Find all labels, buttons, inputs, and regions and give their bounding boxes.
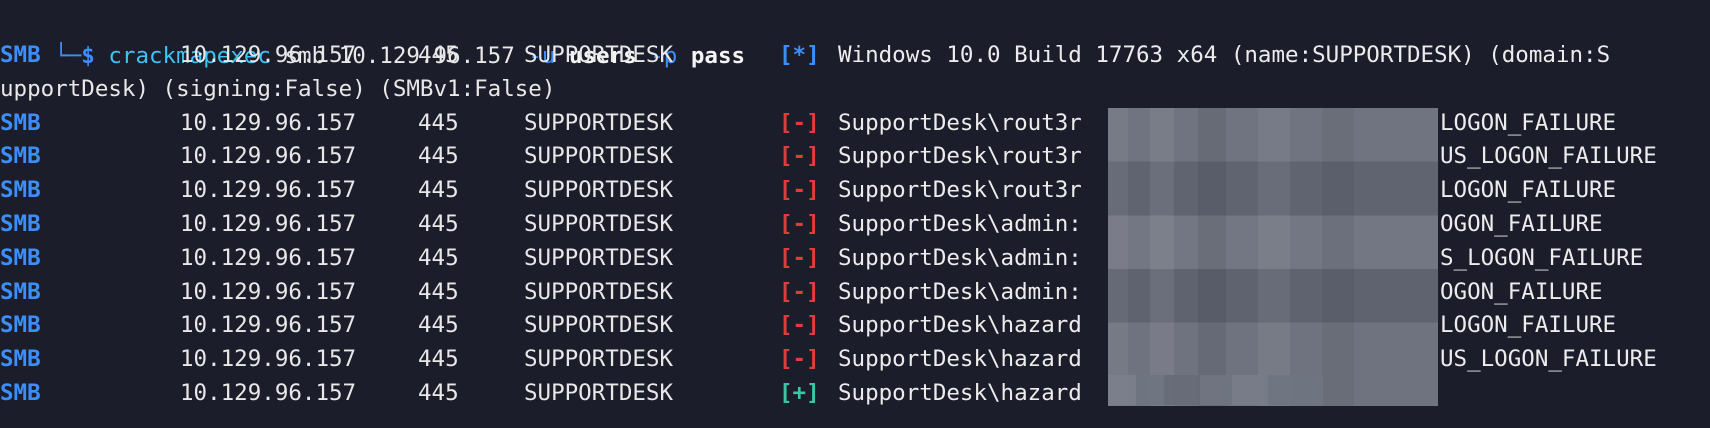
output-wrap-line: upportDesk) (signing:False) (SMBv1:False… <box>0 72 1710 106</box>
status-badge: [-] <box>779 177 820 204</box>
failure-code: LOGON_FAILURE <box>1440 312 1617 339</box>
port-number: 445 <box>418 346 459 373</box>
hostname: SUPPORTDESK <box>524 177 674 204</box>
status-symbol: - <box>792 143 807 170</box>
status-message: SupportDesk\admin: <box>838 244 1082 271</box>
ip-address: 10.129.96.157 <box>180 177 357 204</box>
port-number: 445 <box>418 42 459 68</box>
output-row: SMB 10.129.96.157 445 SUPPORTDESK [+] Support… <box>0 376 1710 410</box>
ip-address: 10.129.96.157 <box>180 42 357 68</box>
ip-address: 10.129.96.157 <box>180 143 357 170</box>
failure-code: OGON_FAILURE <box>1440 211 1603 237</box>
port-number: 445 <box>418 278 459 305</box>
hostname: SUPPORTDESK <box>524 109 674 136</box>
status-message: SupportDesk\hazard <box>838 346 1082 373</box>
protocol-label: SMB <box>0 177 41 204</box>
hostname: SUPPORTDESK <box>524 346 674 373</box>
hostname: SUPPORTDESK <box>524 278 674 305</box>
output-row: SMB 10.129.96.157 445 SUPPORTDESK [-] Support… <box>0 342 1710 376</box>
port-number: 445 <box>418 143 459 170</box>
output-row: SMB 10.129.96.157 445 SUPPORTDESK [-] Support… <box>0 275 1710 309</box>
status-message: Windows 10.0 Build 17763 x64 (name:SUPPO… <box>838 42 1611 68</box>
failure-code: S_LOGON_FAILURE <box>1440 244 1644 271</box>
protocol-label: SMB <box>0 278 41 305</box>
status-symbol: - <box>792 278 807 305</box>
failure-code: LOGON_FAILURE <box>1440 177 1617 204</box>
output-row: SMB 10.129.96.157 445 SUPPORTDESK [*] Windows… <box>0 38 1710 72</box>
protocol-label: SMB <box>0 346 41 373</box>
port-number: 445 <box>418 109 459 136</box>
output-row: SMB 10.129.96.157 445 SUPPORTDESK [-] Support… <box>0 207 1710 241</box>
output-row: SMB 10.129.96.157 445 SUPPORTDESK [-] Support… <box>0 241 1710 275</box>
protocol-label: SMB <box>0 109 41 136</box>
ip-address: 10.129.96.157 <box>180 346 357 373</box>
status-badge: [*] <box>779 42 820 68</box>
output-row: SMB 10.129.96.157 445 SUPPORTDESK [-] Support… <box>0 308 1710 342</box>
status-symbol: - <box>792 346 807 373</box>
failure-code: US_LOGON_FAILURE <box>1440 143 1657 170</box>
status-symbol: - <box>792 109 807 136</box>
port-number: 445 <box>418 380 459 406</box>
ip-address: 10.129.96.157 <box>180 380 357 406</box>
failure-code: US_LOGON_FAILURE <box>1440 346 1657 373</box>
redaction-block <box>1108 108 1438 406</box>
port-number: 445 <box>418 312 459 339</box>
status-symbol: - <box>792 177 807 204</box>
status-badge: [-] <box>779 109 820 136</box>
protocol-label: SMB <box>0 42 41 68</box>
status-symbol: - <box>792 312 807 339</box>
port-number: 445 <box>418 211 459 237</box>
failure-code: LOGON_FAILURE <box>1440 109 1617 136</box>
port-number: 445 <box>418 177 459 204</box>
status-symbol: * <box>792 42 807 68</box>
ip-address: 10.129.96.157 <box>180 312 357 339</box>
status-badge: [-] <box>779 278 820 305</box>
status-message: SupportDesk\hazard <box>838 312 1082 339</box>
status-badge: [-] <box>779 211 820 237</box>
port-number: 445 <box>418 244 459 271</box>
status-badge: [+] <box>779 380 820 406</box>
status-message: SupportDesk\admin: <box>838 278 1082 305</box>
ip-address: 10.129.96.157 <box>180 278 357 305</box>
hostname: SUPPORTDESK <box>524 143 674 170</box>
ip-address: 10.129.96.157 <box>180 211 357 237</box>
hostname: SUPPORTDESK <box>524 211 674 237</box>
protocol-label: SMB <box>0 211 41 237</box>
hostname: SUPPORTDESK <box>524 42 674 68</box>
status-badge: [-] <box>779 346 820 373</box>
status-message: SupportDesk\hazard <box>838 380 1082 406</box>
status-message: SupportDesk\admin: <box>838 211 1082 237</box>
wrapped-text: upportDesk) (signing:False) (SMBv1:False… <box>0 75 556 102</box>
protocol-label: SMB <box>0 312 41 339</box>
status-badge: [-] <box>779 143 820 170</box>
redaction-block-last <box>1108 375 1323 405</box>
status-badge: [-] <box>779 312 820 339</box>
ip-address: 10.129.96.157 <box>180 244 357 271</box>
protocol-label: SMB <box>0 244 41 271</box>
hostname: SUPPORTDESK <box>524 244 674 271</box>
status-symbol: - <box>792 211 807 237</box>
output-row: SMB 10.129.96.157 445 SUPPORTDESK [-] Support… <box>0 139 1710 173</box>
status-message: SupportDesk\rout3r <box>838 143 1082 170</box>
hostname: SUPPORTDESK <box>524 312 674 339</box>
failure-code: OGON_FAILURE <box>1440 278 1603 305</box>
status-symbol: + <box>792 380 807 406</box>
ip-address: 10.129.96.157 <box>180 109 357 136</box>
protocol-label: SMB <box>0 380 41 406</box>
status-message: SupportDesk\rout3r <box>838 109 1082 136</box>
status-badge: [-] <box>779 244 820 271</box>
status-symbol: - <box>792 244 807 271</box>
protocol-label: SMB <box>0 143 41 170</box>
output-row: SMB 10.129.96.157 445 SUPPORTDESK [-] Support… <box>0 106 1710 140</box>
command-line: └─$ crackmapexec smb 10.129.96.157 -u us… <box>0 5 745 69</box>
output-row: SMB 10.129.96.157 445 SUPPORTDESK [-] Support… <box>0 173 1710 207</box>
status-message: SupportDesk\rout3r <box>838 177 1082 204</box>
terminal-window[interactable]: └─$ crackmapexec smb 10.129.96.157 -u us… <box>0 0 1710 428</box>
hostname: SUPPORTDESK <box>524 380 674 406</box>
